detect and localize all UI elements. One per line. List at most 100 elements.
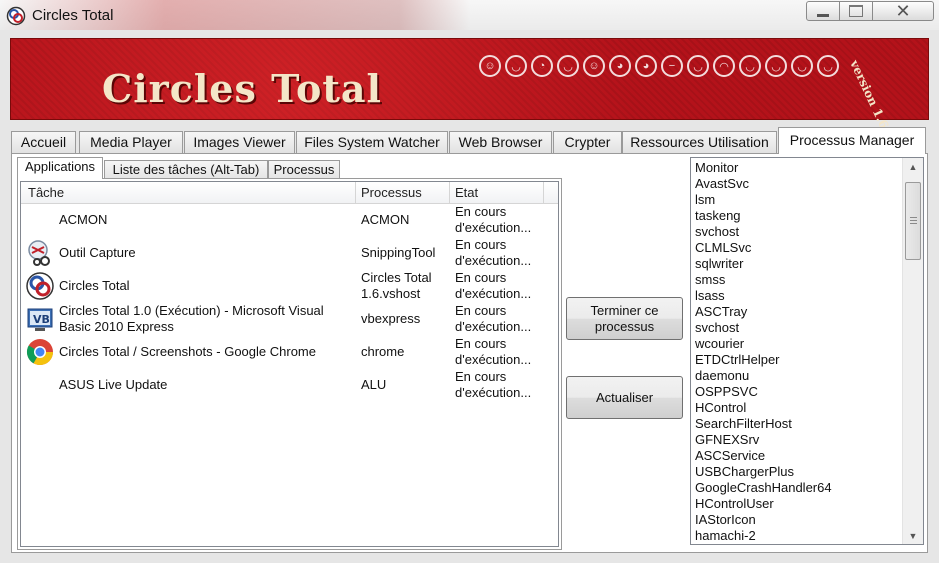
smiley-face-icon: ◡ xyxy=(791,55,813,77)
main-tab-ressources-utilisation[interactable]: Ressources Utilisation xyxy=(622,131,777,153)
scroll-up-icon[interactable]: ▲ xyxy=(903,158,923,175)
main-tab-media-player[interactable]: Media Player xyxy=(79,131,183,153)
table-row[interactable]: VB Circles Total 1.0 (Exécution) - Micros… xyxy=(21,303,558,336)
process-name: chrome xyxy=(361,344,405,359)
circles-total-icon xyxy=(25,271,55,301)
maximize-button[interactable] xyxy=(839,1,873,21)
list-item[interactable]: wcourier xyxy=(695,336,744,352)
task-state: En cours d'exécution... xyxy=(455,336,532,367)
scroll-thumb[interactable] xyxy=(905,182,921,260)
list-item[interactable]: AvastSvc xyxy=(695,176,749,192)
visual-basic-icon: VB xyxy=(25,304,55,334)
column-header-state[interactable]: Etat xyxy=(455,185,478,200)
list-item[interactable]: HControlUser xyxy=(695,496,774,512)
table-row[interactable]: Circles Total Circles Total 1.6.vshost En … xyxy=(21,270,558,303)
list-item[interactable]: ETDCtrlHelper xyxy=(695,352,780,368)
list-item[interactable]: HControl xyxy=(695,400,746,416)
table-row[interactable]: Outil Capture SnippingTool En cours d'exéc… xyxy=(21,237,558,270)
maximize-icon xyxy=(849,5,863,17)
list-item[interactable]: lsass xyxy=(695,288,725,304)
minimize-button[interactable] xyxy=(806,1,840,21)
window-title: Circles Total xyxy=(32,7,114,24)
smiley-faces: ☺ ◡ ◔ ◡ ☺ ◕ ◕ − ◡ ◠ ◡ ◡ ◡ ◡ xyxy=(479,55,839,77)
title-bar: Circles Total ✕ xyxy=(0,0,939,34)
main-tab-accueil[interactable]: Accueil xyxy=(11,131,76,153)
smiley-face-icon: ☺ xyxy=(479,55,501,77)
task-name: Circles Total 1.0 (Exécution) - Microsof… xyxy=(59,303,324,334)
end-process-label: Terminer ce processus xyxy=(590,302,659,334)
task-name: Circles Total xyxy=(59,278,130,293)
list-item[interactable]: ASCTray xyxy=(695,304,747,320)
list-item[interactable]: daemonu xyxy=(695,368,749,384)
main-tab-web-browser[interactable]: Web Browser xyxy=(449,131,552,153)
list-item[interactable]: CLMLSvc xyxy=(695,240,751,256)
minimize-icon xyxy=(817,13,829,17)
snipping-tool-icon xyxy=(25,238,55,268)
refresh-button[interactable]: Actualiser xyxy=(566,376,683,419)
smiley-face-icon: ◕ xyxy=(635,55,657,77)
list-item[interactable]: ASCService xyxy=(695,448,765,464)
banner-title: Circles Total xyxy=(102,66,382,111)
column-separator[interactable] xyxy=(543,182,544,203)
app-icon xyxy=(6,6,26,26)
smiley-face-icon: ◠ xyxy=(713,55,735,77)
task-state: En cours d'exécution... xyxy=(455,204,532,235)
sub-tab-liste-des-t-ches-alt-tab[interactable]: Liste des tâches (Alt-Tab) xyxy=(104,160,268,179)
sub-tab-applications[interactable]: Applications xyxy=(17,157,103,179)
smiley-face-icon: ◡ xyxy=(765,55,787,77)
task-name: Circles Total / Screenshots - Google Chr… xyxy=(59,344,316,359)
process-name: SnippingTool xyxy=(361,245,436,260)
list-item[interactable]: USBChargerPlus xyxy=(695,464,794,480)
table-row[interactable]: ASUS Live Update ALU En cours d'exécution.… xyxy=(21,369,558,402)
column-header-process[interactable]: Processus xyxy=(361,185,422,200)
process-name: ALU xyxy=(361,377,387,392)
main-tab-files-system-watcher[interactable]: Files System Watcher xyxy=(296,131,448,153)
sub-tab-processus[interactable]: Processus xyxy=(268,160,340,179)
list-item[interactable]: GoogleCrashHandler64 xyxy=(695,480,832,496)
smiley-face-icon: ☺ xyxy=(583,55,605,77)
process-name: Circles Total 1.6.vshost xyxy=(361,270,432,301)
list-item[interactable]: svchost xyxy=(695,320,739,336)
process-list[interactable]: Monitor AvastSvc lsm taskeng svchost CLMLSvc s… xyxy=(690,157,924,545)
smiley-face-icon: ◔ xyxy=(531,55,553,77)
smiley-face-icon: ◕ xyxy=(609,55,631,77)
close-button[interactable]: ✕ xyxy=(872,1,934,21)
task-name: Outil Capture xyxy=(59,245,136,260)
column-separator[interactable] xyxy=(355,182,356,203)
list-item[interactable]: SearchFilterHost xyxy=(695,416,792,432)
column-header-task[interactable]: Tâche xyxy=(28,185,64,200)
smiley-face-icon: ◡ xyxy=(557,55,579,77)
list-item[interactable]: lsm xyxy=(695,192,715,208)
list-item[interactable]: taskeng xyxy=(695,208,741,224)
column-separator[interactable] xyxy=(449,182,450,203)
task-state: En cours d'exécution... xyxy=(455,237,532,268)
scroll-down-icon[interactable]: ▼ xyxy=(903,527,923,544)
process-name: vbexpress xyxy=(361,311,421,326)
list-item[interactable]: svchost xyxy=(695,224,739,240)
blank-icon xyxy=(25,370,55,400)
table-row[interactable]: Circles Total / Screenshots - Google Chr… xyxy=(21,336,558,369)
close-icon: ✕ xyxy=(895,0,911,21)
smiley-face-icon: ◡ xyxy=(817,55,839,77)
main-tab-crypter[interactable]: Crypter xyxy=(553,131,622,153)
list-item[interactable]: hamachi-2 xyxy=(695,528,756,544)
main-tab-images-viewer[interactable]: Images Viewer xyxy=(184,131,295,153)
process-list-scrollbar[interactable]: ▲ ▼ xyxy=(902,158,923,544)
list-item[interactable]: sqlwriter xyxy=(695,256,743,272)
task-state: En cours d'exécution... xyxy=(455,369,532,400)
end-process-button[interactable]: Terminer ce processus xyxy=(566,297,683,340)
list-item[interactable]: OSPPSVC xyxy=(695,384,758,400)
svg-text:VB: VB xyxy=(33,313,50,326)
task-name: ASUS Live Update xyxy=(59,377,168,392)
list-item[interactable]: smss xyxy=(695,272,725,288)
smiley-face-icon: − xyxy=(661,55,683,77)
table-row[interactable]: ACMON ACMON En cours d'exécution... xyxy=(21,204,558,237)
smiley-face-icon: ◡ xyxy=(687,55,709,77)
list-item[interactable]: Monitor xyxy=(695,160,738,176)
task-state: En cours d'exécution... xyxy=(455,270,532,301)
list-item[interactable]: IAStorIcon xyxy=(695,512,756,528)
task-state: En cours d'exécution... xyxy=(455,303,532,334)
smiley-face-icon: ◡ xyxy=(505,55,527,77)
list-item[interactable]: GFNEXSrv xyxy=(695,432,759,448)
main-tab-processus-manager[interactable]: Processus Manager xyxy=(778,127,926,154)
